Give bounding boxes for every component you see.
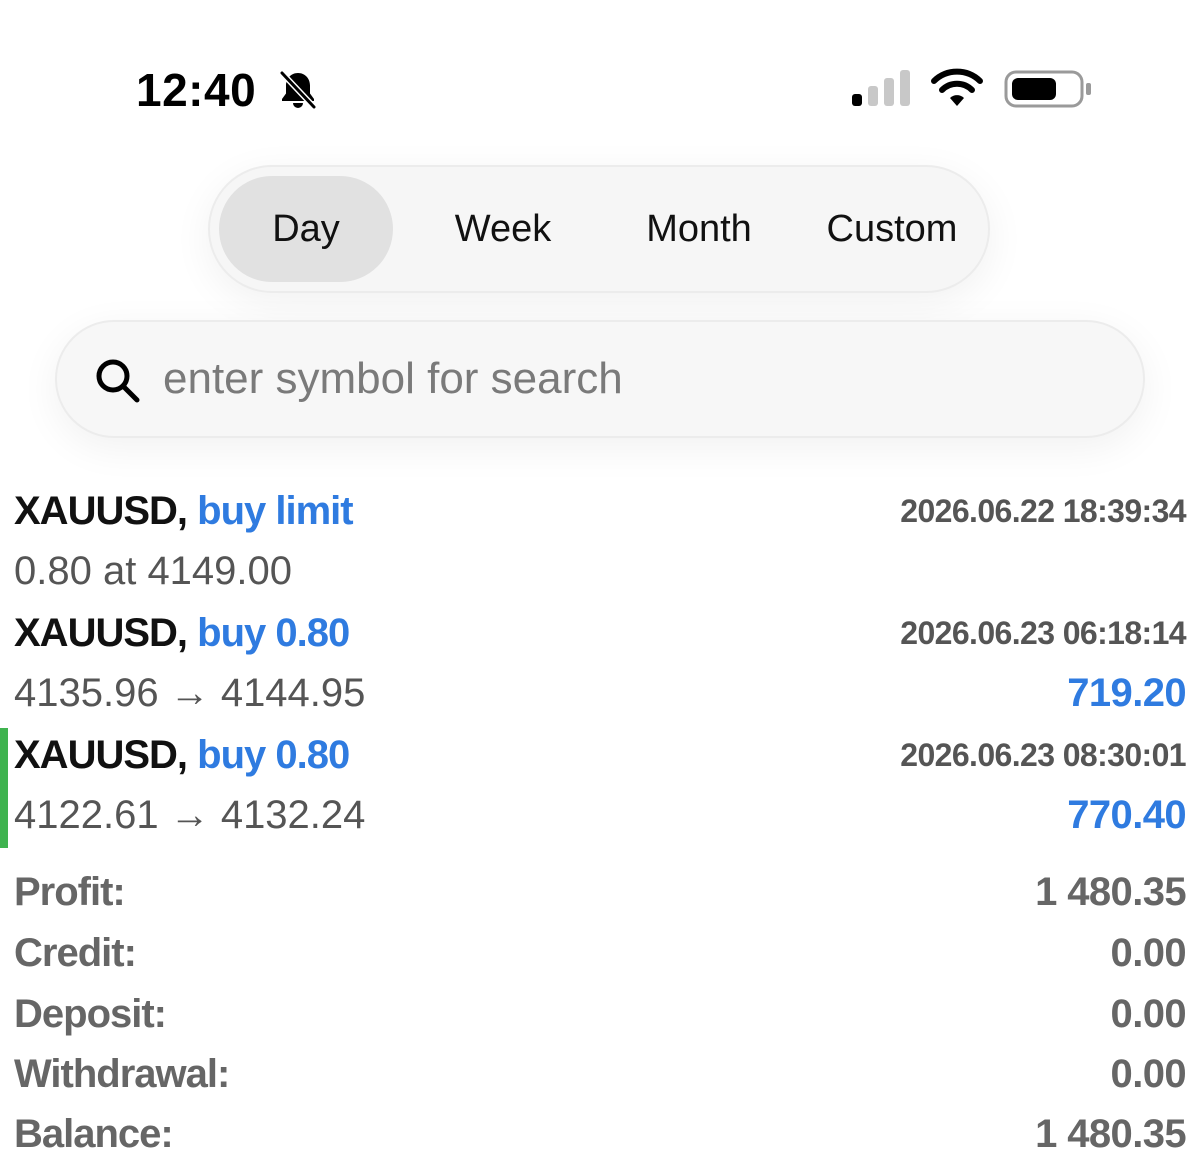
summary-withdrawal: Withdrawal: 0.00 bbox=[0, 1046, 1200, 1102]
trade-time: 2026.06.23 08:30:01 bbox=[900, 737, 1186, 773]
period-selector: Day Week Month Custom bbox=[208, 165, 990, 293]
summary-label: Credit: bbox=[14, 931, 137, 975]
bell-muted-icon bbox=[279, 70, 317, 110]
tab-day[interactable]: Day bbox=[219, 176, 393, 282]
summary-label: Profit: bbox=[14, 870, 126, 914]
trade-symbol: XAUUSD, bbox=[14, 611, 188, 655]
trade-title: XAUUSD, buy 0.80 bbox=[14, 608, 350, 658]
trade-type: buy limit bbox=[197, 489, 353, 533]
summary-value: 0.00 bbox=[1110, 931, 1187, 975]
summary-credit: Credit: 0.00 bbox=[0, 925, 1200, 981]
status-time: 12:40 bbox=[136, 64, 257, 116]
trade-detail: 0.80 at 4149.00 bbox=[14, 549, 293, 593]
trade-time: 2026.06.22 18:39:34 bbox=[900, 493, 1186, 529]
summary-value: 0.00 bbox=[1110, 1052, 1187, 1096]
trade-symbol: XAUUSD, bbox=[14, 489, 188, 533]
trade-type: buy 0.80 bbox=[197, 733, 350, 777]
tab-month[interactable]: Month bbox=[606, 176, 792, 282]
wifi-icon bbox=[931, 68, 983, 106]
summary-value: 0.00 bbox=[1110, 992, 1187, 1036]
selected-row-marker bbox=[0, 728, 8, 848]
summary-label: Withdrawal: bbox=[14, 1052, 230, 1096]
trade-row[interactable]: XAUUSD, buy limit 2026.06.22 18:39:34 0.… bbox=[0, 486, 1200, 604]
summary-deposit: Deposit: 0.00 bbox=[0, 986, 1200, 1042]
summary-value: 1 480.35 bbox=[1035, 1112, 1187, 1156]
trade-profit: 719.20 bbox=[1067, 671, 1186, 715]
trade-time: 2026.06.23 06:18:14 bbox=[900, 615, 1186, 651]
summary-label: Balance: bbox=[14, 1112, 174, 1156]
tab-custom[interactable]: Custom bbox=[800, 176, 984, 282]
summary-value: 1 480.35 bbox=[1035, 870, 1187, 914]
search-input[interactable] bbox=[163, 346, 1063, 412]
search-box[interactable] bbox=[55, 320, 1145, 438]
summary-label: Deposit: bbox=[14, 992, 167, 1036]
trade-profit: 770.40 bbox=[1067, 793, 1186, 837]
trade-detail: 4122.61 → 4132.24 bbox=[14, 793, 366, 837]
summary-balance: Balance: 1 480.35 bbox=[0, 1106, 1200, 1162]
battery-icon bbox=[1004, 70, 1091, 108]
trade-title: XAUUSD, buy 0.80 bbox=[14, 730, 350, 780]
trade-row[interactable]: XAUUSD, buy 0.80 2026.06.23 08:30:01 412… bbox=[0, 728, 1200, 848]
summary-profit: Profit: 1 480.35 bbox=[0, 864, 1200, 920]
trade-symbol: XAUUSD, bbox=[14, 733, 188, 777]
trade-row[interactable]: XAUUSD, buy 0.80 2026.06.23 06:18:14 413… bbox=[0, 608, 1200, 726]
trade-type: buy 0.80 bbox=[197, 611, 350, 655]
search-icon bbox=[96, 359, 140, 403]
cellular-signal-icon bbox=[852, 70, 910, 106]
trade-title: XAUUSD, buy limit bbox=[14, 486, 354, 536]
trade-detail: 4135.96 → 4144.95 bbox=[14, 671, 366, 715]
tab-week[interactable]: Week bbox=[410, 176, 596, 282]
